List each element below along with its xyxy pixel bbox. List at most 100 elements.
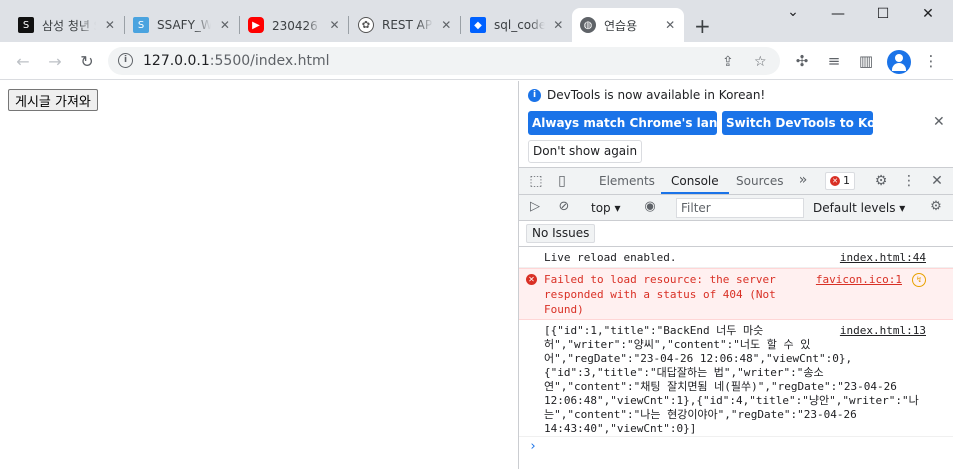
source-link[interactable]: favicon.ico:1 [816,272,902,287]
message-line: Failed to load resource: the server [544,273,776,286]
dont-show-again-button[interactable]: Don't show again [528,140,643,163]
issues-button[interactable]: No Issues [526,224,596,243]
console-filter-input[interactable]: Filter [676,198,804,218]
issues-bar: No Issues [519,221,953,247]
browser-tab-5[interactable]: ◆ sql_code ✕ [462,8,572,42]
message-line: 허","writer":"양씨","content":"너도 할 수 있 [544,338,811,351]
page-viewport: 게시글 가져와 [0,81,518,469]
message-line: 연","content":"채팅 잘치면됨 네(필쑤)","regDate":"… [544,380,897,393]
share-icon[interactable]: ⇪ [722,54,734,70]
close-icon[interactable]: ✕ [104,18,116,32]
tab-divider [348,16,349,34]
youtube-icon: ▶ [248,17,264,33]
message-line: 어","regDate":"23-04-26 12:06:48","viewCn… [544,352,853,365]
extensions-icon[interactable]: ✣ [792,52,812,70]
error-icon: ✕ [830,176,840,186]
fetch-posts-button[interactable]: 게시글 가져와 [8,89,98,111]
reading-list-icon[interactable]: ≡ [824,52,844,70]
tab-title: 230426 실습 [272,18,321,33]
live-expression-eye-icon[interactable]: ◉ [641,199,659,214]
close-icon[interactable]: ✕ [329,18,340,32]
dropbox-icon: ◆ [470,17,486,33]
close-icon[interactable]: ✕ [553,18,564,32]
error-icon: ✕ [526,274,537,285]
site-info-icon[interactable]: i [118,53,133,68]
infobar-message: DevTools is now available in Korean! [547,88,766,102]
back-button[interactable]: ← [12,50,34,72]
forward-button[interactable]: → [44,50,66,72]
console-message: [{"id":1,"title":"BackEnd 너두 마슷 허","writ… [519,320,953,437]
globe-icon: ◍ [580,17,596,33]
console-prompt[interactable]: › [529,439,537,454]
devtools-panel: i DevTools is now available in Korean! A… [518,81,953,469]
source-link[interactable]: index.html:13 [840,323,926,338]
tab-console[interactable]: Console [661,168,729,194]
devtools-infobar: i DevTools is now available in Korean! A… [519,81,953,167]
match-language-button[interactable]: Always match Chrome's language [528,111,759,135]
settings-gear-icon[interactable]: ⚙ [872,173,890,189]
tab-title: SSAFY_Web [157,18,211,32]
switch-korean-button[interactable]: Switch DevTools to Korean [722,111,906,135]
address-bar[interactable]: i 127.0.0.1:5500/index.html ⇪ ☆ [108,47,780,75]
window-close-button[interactable]: ✕ [913,6,943,22]
side-panel-icon[interactable]: ▥ [856,52,876,70]
tab-title: 연습용 [604,18,638,33]
context-selector[interactable]: top ▾ [591,201,621,215]
error-count-badge[interactable]: ✕ 1 [825,172,855,190]
browser-tab-active[interactable]: ◍ 연습용 ✕ [572,8,684,42]
url-text[interactable]: 127.0.0.1:5500/index.html [143,53,330,69]
chatgpt-icon: ✿ [358,17,374,33]
tab-search-icon[interactable]: ⌄ [778,4,808,20]
source-link[interactable]: index.html:44 [840,250,926,265]
tab-elements[interactable]: Elements [589,168,665,194]
message-line: 14:43:40","viewCnt":0}] [544,422,697,435]
devtools-tabbar: ⬚ ▯ Elements Console Sources » ✕ 1 ⚙ ⋮ ✕ [519,167,953,195]
browser-toolbar: ← → ↻ i 127.0.0.1:5500/index.html ⇪ ☆ ✣ … [0,42,953,80]
close-icon[interactable]: ✕ [219,18,231,32]
clear-console-icon[interactable]: ⊘ [555,199,573,214]
ssafy-blue-icon: S [133,17,149,33]
tab-strip: S 삼성 청년 SW 아카데미 ✕ S SSAFY_Web ✕ ▶ 230426… [0,0,953,42]
message-text: Live reload enabled. [544,251,677,264]
message-line: Found) [544,303,584,316]
console-error-message: ✕ Failed to load resource: the server re… [519,268,953,320]
maximize-button[interactable]: ☐ [868,6,898,22]
close-icon[interactable]: ✕ [933,114,945,130]
message-line: 는","content":"나는 현강이야아","regDate":"23-04… [544,408,857,421]
reload-button[interactable]: ↻ [76,50,98,72]
close-icon[interactable]: ✕ [664,18,676,32]
close-icon[interactable]: ✕ [441,18,452,32]
network-panel-icon[interactable]: ↯ [912,273,926,287]
new-tab-button[interactable]: + [694,14,711,38]
console-toolbar: ▷ ⊘ top ▾ ◉ Filter Default levels ▾ ⚙ [519,195,953,221]
close-devtools-icon[interactable]: ✕ [928,173,946,189]
menu-kebab-icon[interactable]: ⋮ [921,52,941,70]
inspect-element-icon[interactable]: ⬚ [527,173,545,189]
browser-tab-4[interactable]: ✿ REST API ✕ [350,8,460,42]
browser-tab-3[interactable]: ▶ 230426 실습 ✕ [240,8,348,42]
devtools-menu-icon[interactable]: ⋮ [900,173,918,189]
tab-title: sql_code [494,18,545,32]
message-line: {"id":3,"title":"대답잘하는 법","writer":"송소 [544,366,824,379]
sidebar-toggle-icon[interactable]: ▷ [526,199,544,214]
message-line: [{"id":1,"title":"BackEnd 너두 마슷 [544,324,764,337]
message-line: responded with a status of 404 (Not [544,288,776,301]
ssafy-black-icon: S [18,17,34,33]
browser-tab-1[interactable]: S 삼성 청년 SW 아카데미 ✕ [10,8,124,42]
console-message: Live reload enabled. index.html:44 [519,247,953,268]
more-tabs-icon[interactable]: » [794,172,812,188]
tab-title: REST API [382,18,433,32]
minimize-button[interactable]: — [823,6,853,22]
log-levels-dropdown[interactable]: Default levels ▾ [813,201,905,215]
bookmark-star-icon[interactable]: ☆ [754,54,767,70]
info-icon: i [528,89,541,102]
message-line: 12:06:48","viewCnt":1},{"id":4,"title":"… [544,394,919,407]
error-count: 1 [843,174,850,187]
tab-divider [460,16,461,34]
console-settings-gear-icon[interactable]: ⚙ [927,199,945,214]
tab-sources[interactable]: Sources [726,168,793,194]
tab-title: 삼성 청년 SW 아카데미 [42,18,96,33]
browser-tab-2[interactable]: S SSAFY_Web ✕ [125,8,239,42]
device-toolbar-icon[interactable]: ▯ [553,173,571,189]
profile-avatar[interactable] [887,50,911,74]
